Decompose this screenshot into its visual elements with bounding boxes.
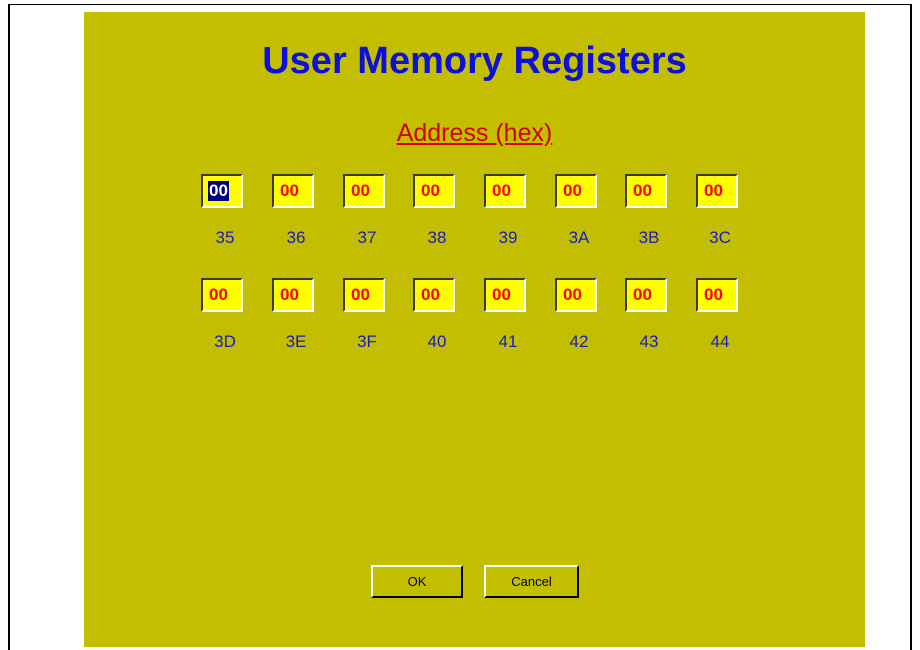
register-value: 00 [280,285,299,304]
register-address-label: 35 [215,228,235,247]
register-value-field[interactable]: 00 [201,278,243,312]
address-header: Address (hex) [396,119,553,147]
register-address-label: 38 [427,228,447,247]
register-address-label: 3F [357,332,377,351]
user-memory-registers-dialog: User Memory Registers Address (hex) 00 3… [84,12,865,647]
register-43: 00 43 [625,278,669,351]
register-value-field[interactable]: 00 [555,278,597,312]
register-39: 00 39 [484,174,528,247]
register-address-label: 44 [710,332,730,351]
register-address-label: 40 [427,332,447,351]
register-address-label: 3B [638,228,660,247]
register-value-field[interactable]: 00 [201,174,243,208]
register-value-field[interactable]: 00 [696,174,738,208]
register-value: 00 [563,181,582,200]
register-address-label: 41 [498,332,518,351]
register-value-field[interactable]: 00 [272,174,314,208]
register-3c: 00 3C [696,174,740,247]
register-address-label: 3E [285,332,307,351]
register-value: 00 [633,181,652,200]
register-40: 00 40 [413,278,457,351]
register-value: 00 [209,285,228,304]
register-value-field[interactable]: 00 [343,174,385,208]
register-3e: 00 3E [272,278,316,351]
register-value: 00 [704,181,723,200]
register-value-field[interactable]: 00 [272,278,314,312]
register-3b: 00 3B [625,174,669,247]
register-36: 00 36 [272,174,316,247]
register-address-label: 3A [568,228,590,247]
register-address-label: 42 [569,332,589,351]
register-address-label: 36 [286,228,306,247]
register-value: 00 [280,181,299,200]
ok-button[interactable]: OK [371,565,463,598]
register-44: 00 44 [696,278,740,351]
register-address-label: 37 [357,228,377,247]
cancel-button[interactable]: Cancel [484,565,579,598]
register-38: 00 38 [413,174,457,247]
register-35: 00 35 [201,174,245,247]
register-value: 00 [492,181,511,200]
register-value: 00 [208,181,229,201]
register-value: 00 [492,285,511,304]
register-value: 00 [421,181,440,200]
register-value-field[interactable]: 00 [484,278,526,312]
register-value: 00 [633,285,652,304]
register-3f: 00 3F [343,278,387,351]
register-3d: 00 3D [201,278,245,351]
register-value: 00 [351,285,370,304]
register-value-field[interactable]: 00 [413,174,455,208]
register-value: 00 [421,285,440,304]
register-address-label: 3C [709,228,731,247]
register-41: 00 41 [484,278,528,351]
register-value-field[interactable]: 00 [413,278,455,312]
register-value-field[interactable]: 00 [484,174,526,208]
register-42: 00 42 [555,278,599,351]
register-value-field[interactable]: 00 [343,278,385,312]
register-value-field[interactable]: 00 [625,278,667,312]
register-address-label: 39 [498,228,518,247]
register-value: 00 [351,181,370,200]
register-value: 00 [704,285,723,304]
register-value-field[interactable]: 00 [625,174,667,208]
dialog-title: User Memory Registers [262,40,687,82]
register-value-field[interactable]: 00 [555,174,597,208]
register-address-label: 43 [639,332,659,351]
register-value-field[interactable]: 00 [696,278,738,312]
register-address-label: 3D [214,332,236,351]
register-37: 00 37 [343,174,387,247]
register-3a: 00 3A [555,174,599,247]
register-value: 00 [563,285,582,304]
